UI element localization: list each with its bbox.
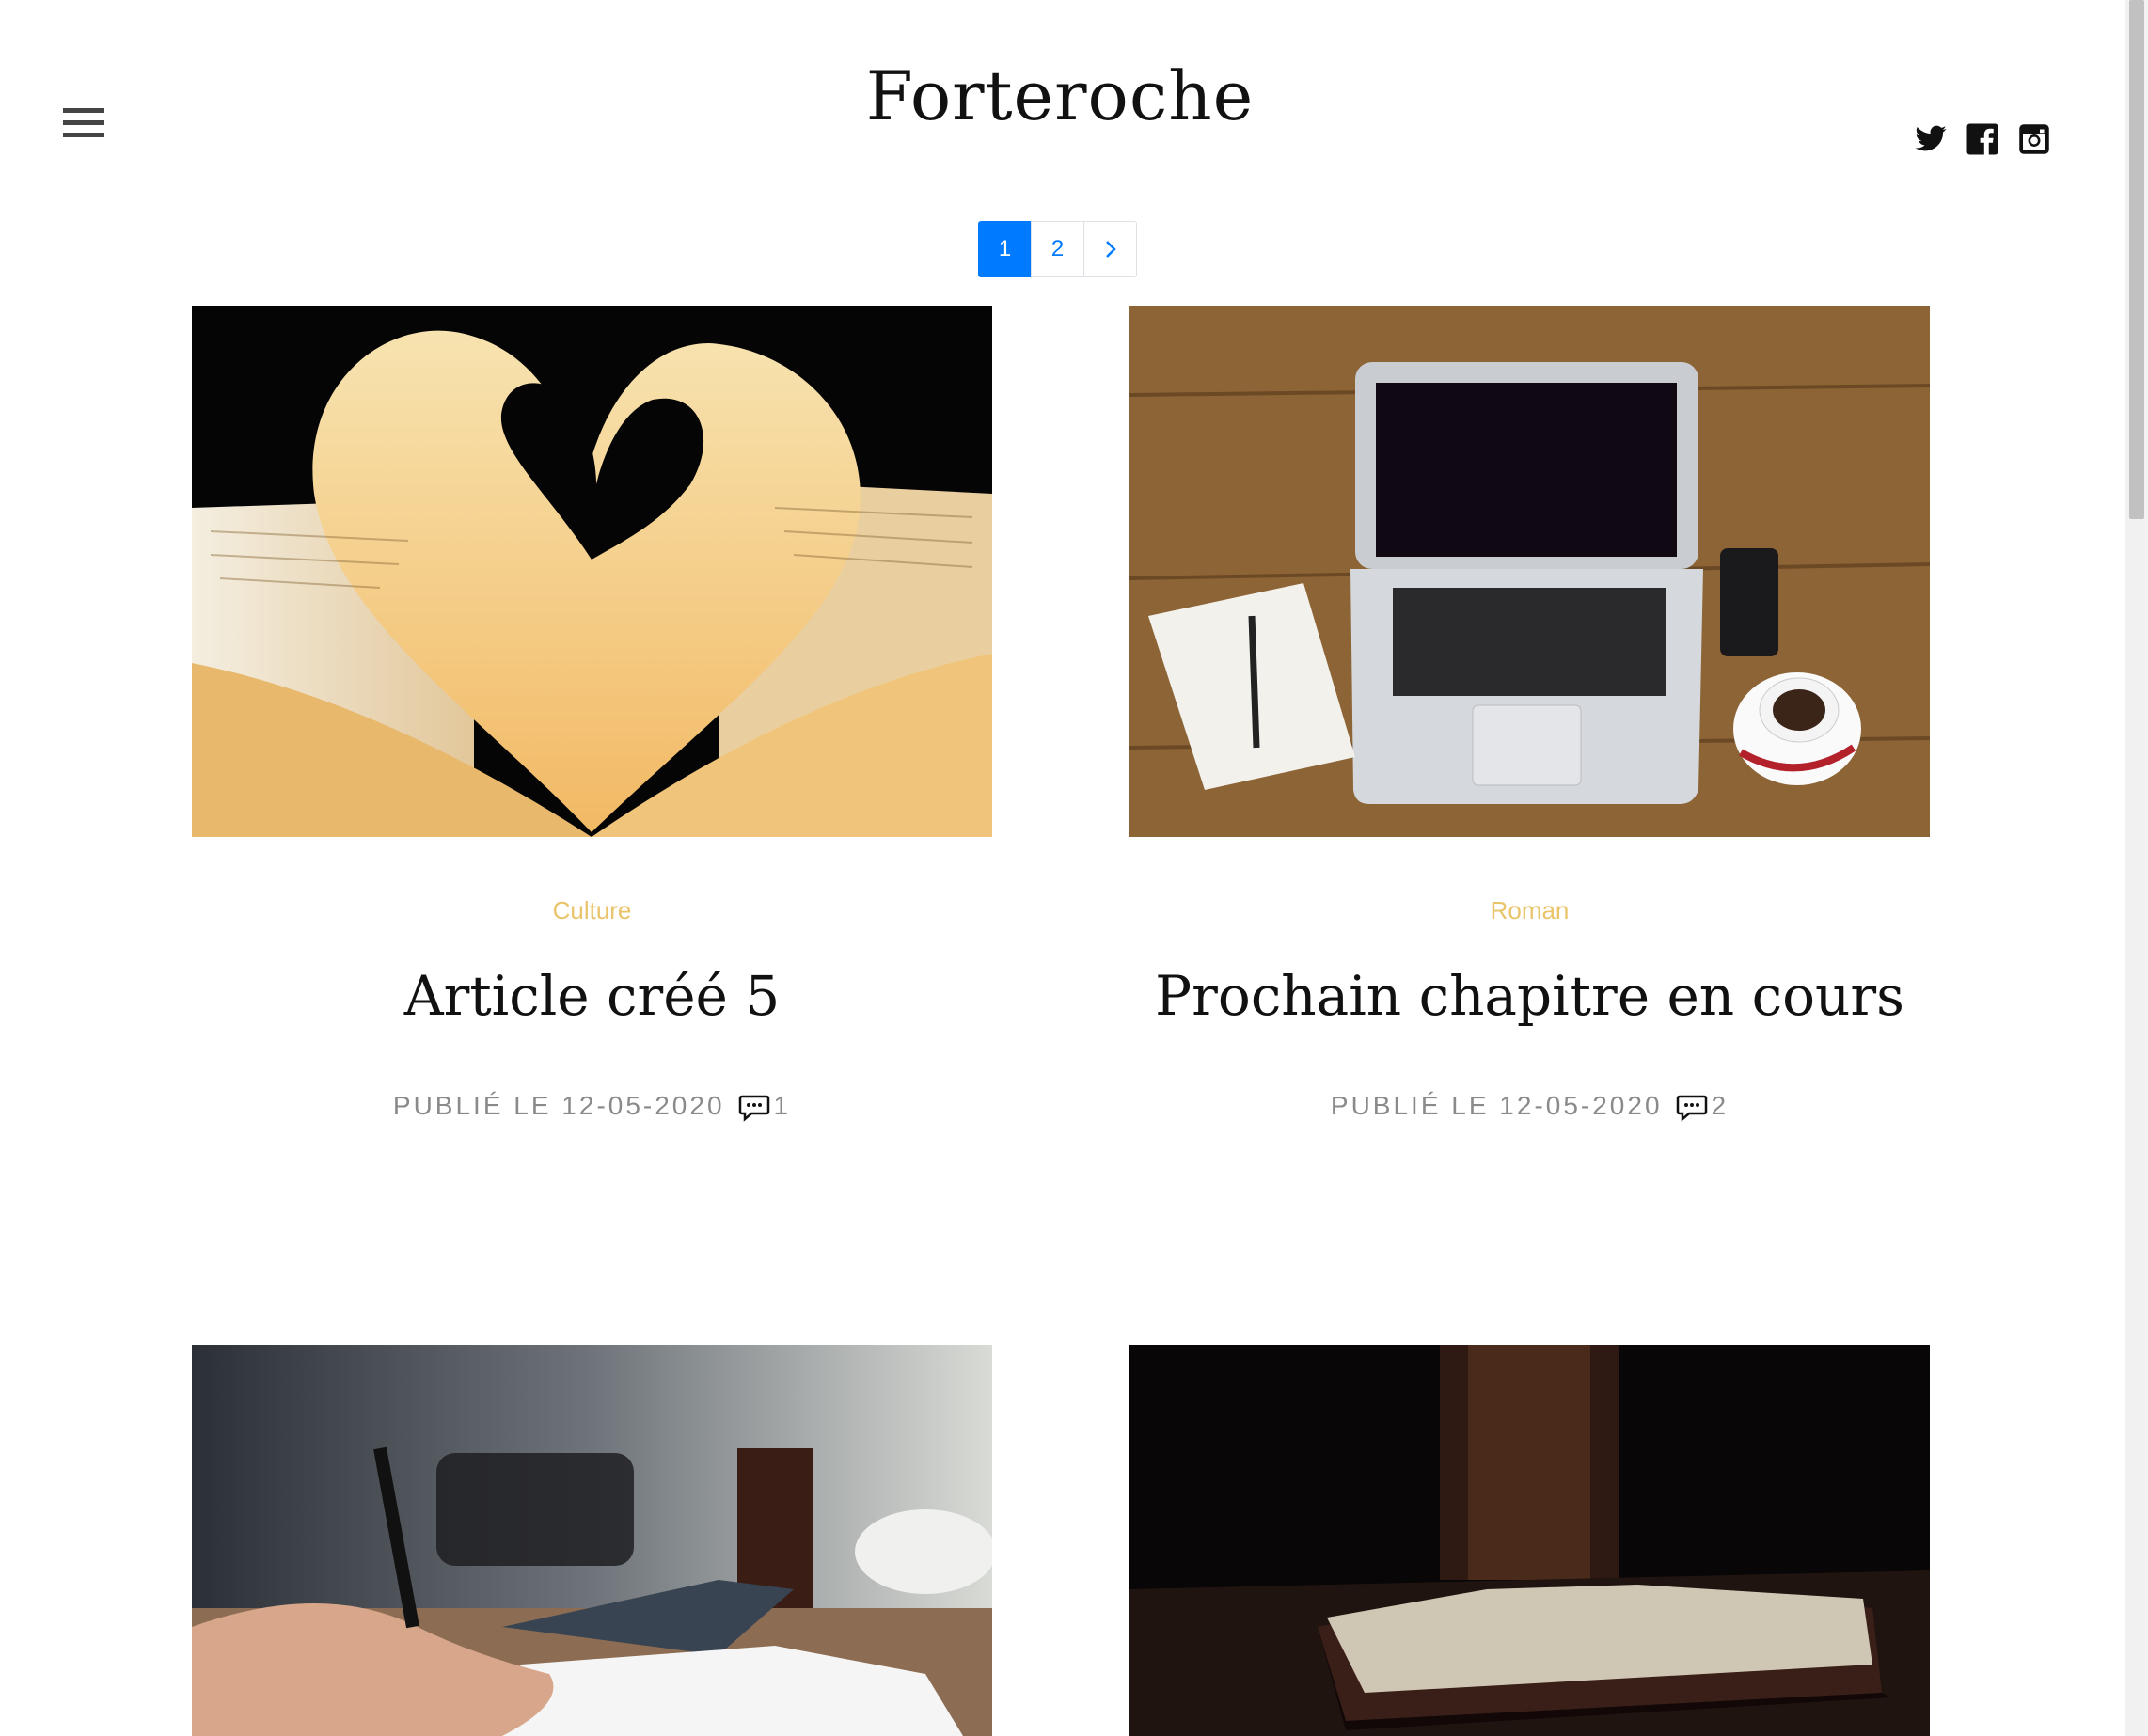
article-title[interactable]: Article créé 5 [192,964,992,1028]
page-1-link[interactable]: 1 [978,221,1032,277]
comment-count: 1 [773,1091,792,1120]
laptop-desk-photo[interactable] [1129,306,1930,837]
article-meta: PUBLIÉ LE 12-05-2020 1 [192,1091,992,1122]
pagination: 1 2 [978,221,1137,277]
site-title[interactable]: Forteroche [0,56,2120,135]
open-book-dark-photo[interactable] [1129,1345,1930,1736]
article-meta: PUBLIÉ LE 12-05-2020 2 [1129,1091,1930,1122]
scrollbar-thumb[interactable] [2129,0,2144,519]
facebook-icon[interactable] [1966,122,1999,156]
book-heart-photo[interactable] [192,306,992,837]
comment-count: 2 [1711,1091,1729,1120]
publish-date: PUBLIÉ LE 12-05-2020 [392,1091,725,1120]
twitter-icon[interactable] [1914,122,1948,156]
comment-icon [738,1094,770,1122]
article-category[interactable]: Roman [1129,896,1930,925]
scrollbar[interactable] [2125,0,2148,1736]
instagram-icon[interactable] [2017,122,2051,156]
writing-notebook-photo[interactable] [192,1345,992,1736]
publish-date: PUBLIÉ LE 12-05-2020 [1330,1091,1663,1120]
comment-icon [1676,1094,1708,1122]
page-2-link[interactable]: 2 [1031,221,1084,277]
next-page-chevron-icon[interactable] [1083,221,1137,277]
article-category[interactable]: Culture [192,896,992,925]
article-title[interactable]: Prochain chapitre en cours [1129,964,1930,1028]
